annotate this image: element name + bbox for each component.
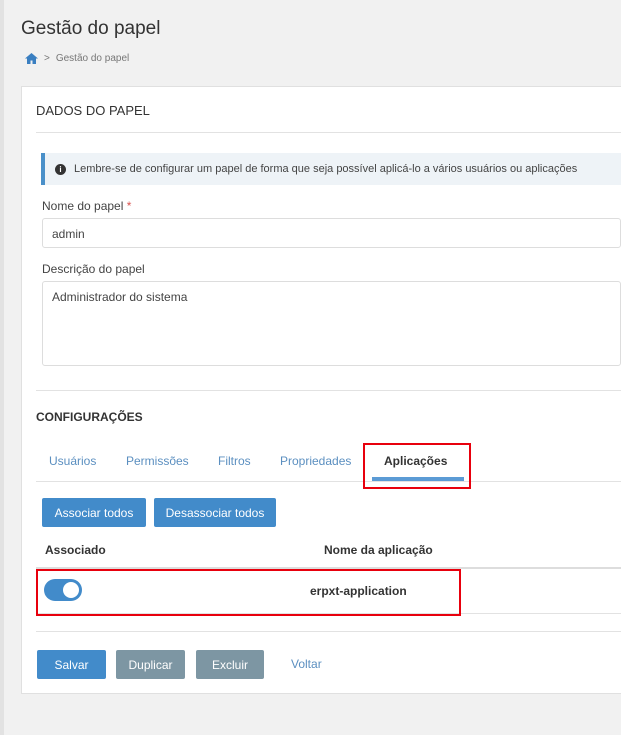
save-button[interactable]: Salvar xyxy=(37,650,106,679)
info-alert: i Lembre-se de configurar um papel de for… xyxy=(41,153,621,185)
page-title: Gestão do papel xyxy=(21,18,161,39)
info-icon: i xyxy=(55,163,66,175)
required-mark: * xyxy=(126,199,132,213)
section-title: DADOS DO PAPEL xyxy=(36,103,150,118)
info-text: Lembre-se de configurar um papel de form… xyxy=(74,162,578,175)
tab-usuarios[interactable]: Usuários xyxy=(49,454,96,468)
breadcrumb-item[interactable]: Gestão do papel xyxy=(56,53,129,64)
highlight-box-tab xyxy=(363,443,471,489)
config-title: CONFIGURAÇÕES xyxy=(36,410,143,424)
name-input[interactable]: admin xyxy=(42,218,621,248)
divider xyxy=(36,631,621,632)
column-header-associated: Associado xyxy=(45,543,106,557)
name-label: Nome do papel * xyxy=(42,199,131,213)
divider xyxy=(36,132,621,133)
column-header-app-name: Nome da aplicação xyxy=(324,543,433,557)
divider xyxy=(36,390,621,391)
highlight-box-row xyxy=(36,569,461,616)
sidebar-edge xyxy=(0,0,4,735)
disassociate-all-button[interactable]: Desassociar todos xyxy=(154,498,276,527)
role-card: DADOS DO PAPEL i Lembre-se de configurar … xyxy=(21,86,621,694)
name-label-text: Nome do papel xyxy=(42,199,124,213)
breadcrumb-separator: > xyxy=(44,53,50,64)
description-label: Descrição do papel xyxy=(42,262,145,276)
description-textarea[interactable]: Administrador do sistema xyxy=(42,281,621,366)
back-link[interactable]: Voltar xyxy=(291,657,322,671)
duplicate-button[interactable]: Duplicar xyxy=(116,650,185,679)
tab-permissoes[interactable]: Permissões xyxy=(126,454,189,468)
delete-button[interactable]: Excluir xyxy=(196,650,264,679)
tabs-border xyxy=(36,481,621,482)
associate-all-button[interactable]: Associar todos xyxy=(42,498,146,527)
tab-propriedades[interactable]: Propriedades xyxy=(280,454,351,468)
home-icon[interactable] xyxy=(25,53,38,64)
tab-filtros[interactable]: Filtros xyxy=(218,454,251,468)
breadcrumb: > Gestão do papel xyxy=(25,53,129,64)
